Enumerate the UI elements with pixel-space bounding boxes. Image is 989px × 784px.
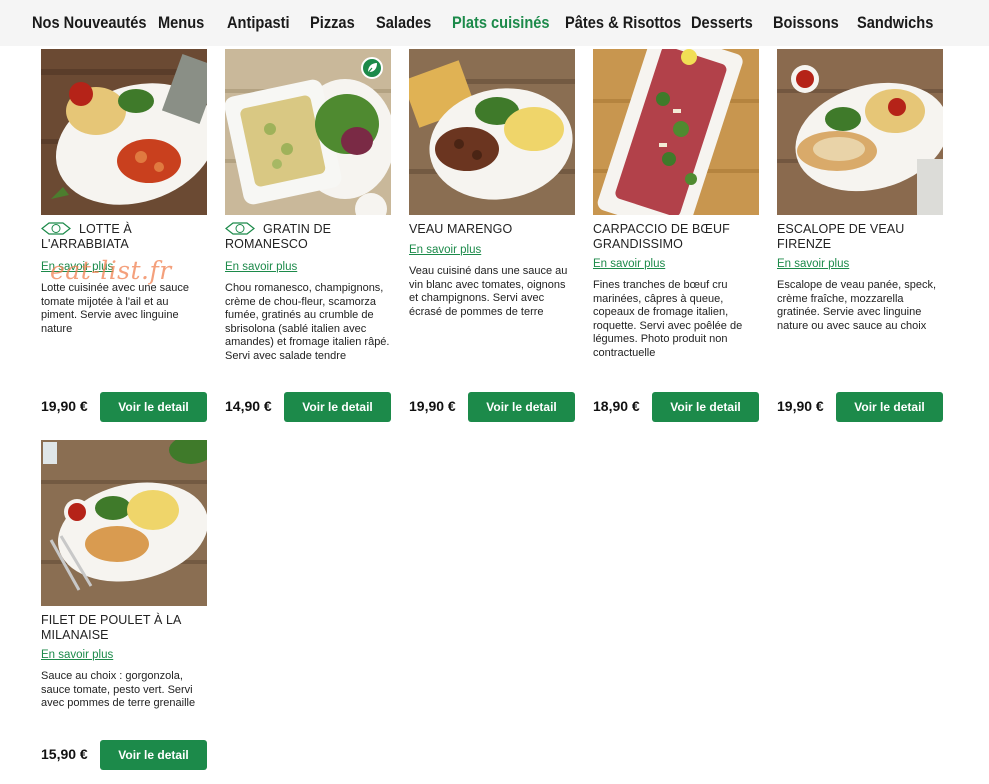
more-info-link[interactable]: En savoir plus [593,258,759,270]
more-info-link[interactable]: En savoir plus [41,649,207,661]
product-title: LOTTE À L'ARRABBIATA [41,222,132,251]
product-price: 19,90 € [41,398,88,414]
see-detail-button[interactable]: Voir le detail [284,392,391,422]
product-description: Fines tranches de bœuf cru marinées, câp… [593,279,743,359]
see-detail-button[interactable]: Voir le detail [100,740,207,770]
category-nav: Nos Nouveautés Menus Antipasti Pizzas Sa… [0,0,989,46]
product-title: FILET DE POULET À LA MILANAISE [41,613,181,642]
product-photo[interactable] [225,49,391,215]
nav-item-salades[interactable]: Salades [376,10,431,36]
product-description: Veau cuisiné dans une sauce au vin blanc… [409,265,568,318]
more-info-link[interactable]: En savoir plus [225,261,391,273]
product-photo[interactable] [41,440,207,606]
see-detail-button[interactable]: Voir le detail [468,392,575,422]
product-photo[interactable] [593,49,759,215]
more-info-link[interactable]: En savoir plus [409,244,575,256]
nav-item-plats-cuisines[interactable]: Plats cuisinés [452,10,550,36]
product-price: 19,90 € [409,398,456,414]
product-description: Escalope de veau panée, speck, crème fra… [777,279,937,332]
see-detail-button[interactable]: Voir le detail [652,392,759,422]
product-photo[interactable] [777,49,943,215]
product-price: 19,90 € [777,398,824,414]
product-description: Lotte cuisinée avec une sauce tomate mij… [41,282,189,335]
nav-item-menus[interactable]: Menus [158,10,204,36]
product-price: 15,90 € [41,746,88,762]
product-title: VEAU MARENGO [409,222,513,236]
nav-item-sandwichs[interactable]: Sandwichs [857,10,933,36]
nav-item-antipasti[interactable]: Antipasti [227,10,290,36]
vegetarian-leaf-icon [361,57,383,79]
see-detail-button[interactable]: Voir le detail [100,392,207,422]
product-description: Chou romanesco, champignons, crème de ch… [225,282,390,362]
product-title: GRATIN DE ROMANESCO [225,222,332,251]
nav-item-boissons[interactable]: Boissons [773,10,839,36]
product-photo[interactable] [41,49,207,215]
product-title: ESCALOPE DE VEAU FIRENZE [777,222,905,251]
product-description: Sauce au choix : gorgonzola, sauce tomat… [41,670,196,710]
nav-item-pizzas[interactable]: Pizzas [310,10,355,36]
more-info-link[interactable]: En savoir plus [777,258,943,270]
product-photo[interactable] [409,49,575,215]
product-price: 18,90 € [593,398,640,414]
see-detail-button[interactable]: Voir le detail [836,392,943,422]
label-badge-icon [41,222,71,235]
more-info-link[interactable]: En savoir plus [41,261,207,273]
label-badge-icon [225,222,255,235]
product-title: CARPACCIO DE BŒUF GRANDISSIMO [593,222,730,251]
nav-item-nos-nouveautes[interactable]: Nos Nouveautés [32,10,147,36]
product-price: 14,90 € [225,398,272,414]
nav-item-desserts[interactable]: Desserts [691,10,753,36]
nav-item-pates-risottos[interactable]: Pâtes & Risottos [565,10,681,36]
